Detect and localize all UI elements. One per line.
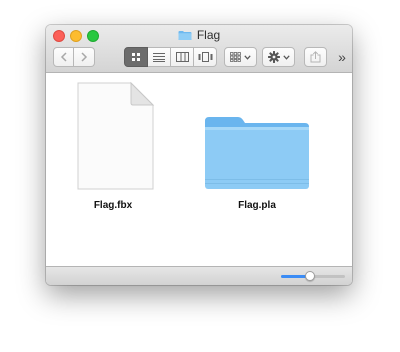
list-view-icon (153, 53, 165, 62)
column-view-icon (175, 52, 189, 62)
icon-size-slider[interactable] (281, 271, 345, 281)
share-icon (310, 51, 321, 63)
file-browser: Flag.fbx Flag.pla (46, 73, 352, 265)
window-title: Flag (196, 28, 221, 42)
chevron-down-icon (244, 54, 251, 60)
arrange-grid-icon (230, 52, 241, 62)
list-view-button[interactable] (148, 47, 171, 67)
share-button[interactable] (304, 47, 327, 67)
back-button[interactable] (53, 47, 74, 67)
forward-button[interactable] (74, 47, 95, 67)
folder-icon (205, 117, 309, 189)
action-button[interactable] (262, 47, 295, 67)
icon-view-icon (132, 53, 140, 61)
window-title-bar: Flag (46, 27, 352, 43)
overflow-chevron-icon: » (338, 49, 346, 65)
file-name: Flag.fbx (93, 200, 133, 211)
cover-flow-view-button[interactable] (194, 47, 217, 67)
gear-icon (267, 51, 280, 63)
arrange-button[interactable] (224, 47, 257, 67)
folder-icon (178, 30, 192, 40)
chevron-down-icon (282, 54, 290, 60)
slider-thumb[interactable] (304, 271, 315, 281)
cover-flow-view-icon (198, 52, 212, 62)
chevron-left-icon (60, 52, 67, 62)
file-item-fbx[interactable]: Flag.fbx (69, 81, 157, 211)
column-view-button[interactable] (171, 47, 194, 67)
status-bar (46, 266, 352, 285)
icon-view-button[interactable] (124, 47, 148, 67)
file-name: Flag.pla (238, 200, 276, 211)
file-item-pla[interactable]: Flag.pla (202, 81, 312, 211)
toolbar-overflow-button[interactable]: » (335, 48, 349, 66)
navigation-group (53, 47, 95, 67)
chevron-right-icon (81, 52, 88, 62)
view-mode-control (124, 47, 217, 67)
document-icon (77, 81, 155, 190)
toolbar: Flag » (46, 25, 352, 73)
finder-window: Flag » Flag.fbx Flag.pla (46, 25, 352, 285)
